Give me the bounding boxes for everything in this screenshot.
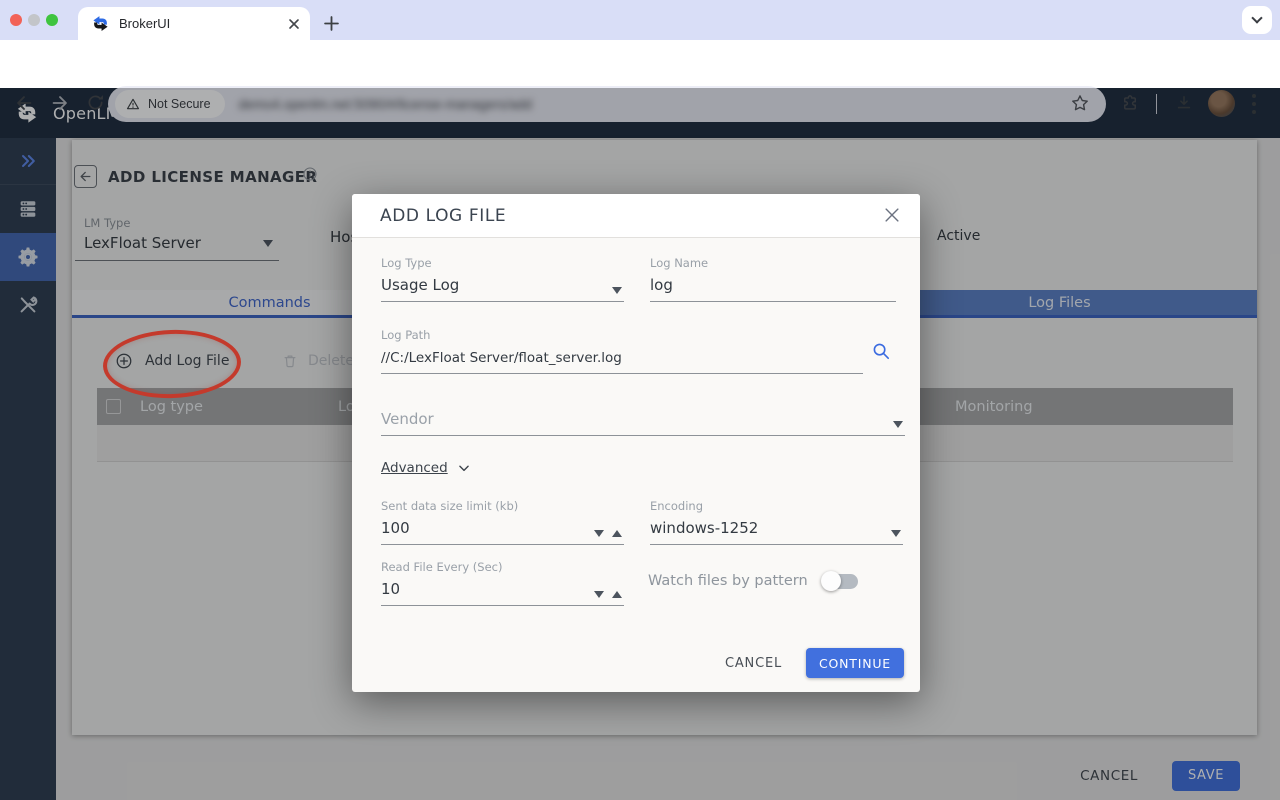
read-file-every-label: Read File Every (Sec) xyxy=(381,560,624,574)
stepper-up-icon[interactable] xyxy=(612,530,622,537)
log-path-value: //C:/LexFloat Server/float_server.log xyxy=(381,350,622,366)
log-name-input[interactable]: Log Name log xyxy=(650,256,896,302)
browser-chrome: BrokerUI xyxy=(0,0,1280,88)
dialog-continue-button[interactable]: CONTINUE xyxy=(806,648,904,678)
sent-data-size-label: Sent data size limit (kb) xyxy=(381,499,624,513)
read-file-every-input[interactable]: Read File Every (Sec) 10 xyxy=(381,560,624,606)
advanced-label: Advanced xyxy=(381,460,448,476)
tab-search-button[interactable] xyxy=(1242,6,1272,34)
log-type-label: Log Type xyxy=(381,256,624,270)
tab-close-icon[interactable] xyxy=(288,18,300,30)
dialog-header: ADD LOG FILE xyxy=(352,194,920,238)
advanced-toggle-link[interactable]: Advanced xyxy=(381,460,471,476)
dialog-title: ADD LOG FILE xyxy=(380,206,506,226)
browse-search-icon[interactable] xyxy=(870,340,893,363)
browser-toolbar: Not Secure demo4.openlm.net:5090/#/licen… xyxy=(0,40,1280,88)
dialog-cancel-button[interactable]: CANCEL xyxy=(725,656,782,671)
dropdown-arrow-icon xyxy=(612,287,622,294)
dropdown-arrow-icon xyxy=(891,530,901,537)
toggle-thumb xyxy=(821,571,841,591)
chevron-down-icon xyxy=(1251,12,1262,23)
stepper-up-icon[interactable] xyxy=(612,591,622,598)
dropdown-arrow-icon xyxy=(893,421,903,428)
close-icon[interactable] xyxy=(882,205,904,227)
log-name-value: log xyxy=(650,276,673,294)
log-name-label: Log Name xyxy=(650,256,896,270)
traffic-light-zoom[interactable] xyxy=(46,14,58,26)
vendor-select[interactable]: Vendor xyxy=(381,407,905,436)
encoding-select[interactable]: Encoding windows-1252 xyxy=(650,499,903,545)
traffic-light-minimize[interactable] xyxy=(28,14,40,26)
watch-files-toggle[interactable] xyxy=(824,574,858,589)
favicon-openlm-icon xyxy=(92,15,109,32)
dialog-footer: CANCEL CONTINUE xyxy=(725,648,904,678)
browser-tab[interactable]: BrokerUI xyxy=(78,7,310,40)
log-type-value: Usage Log xyxy=(381,276,459,294)
log-path-label: Log Path xyxy=(381,328,863,342)
vendor-placeholder: Vendor xyxy=(381,410,434,428)
read-file-every-value: 10 xyxy=(381,580,400,598)
chevron-down-icon xyxy=(457,461,471,475)
encoding-value: windows-1252 xyxy=(650,519,758,537)
sent-data-size-input[interactable]: Sent data size limit (kb) 100 xyxy=(381,499,624,545)
add-log-file-dialog: ADD LOG FILE Log Type Usage Log Log Name… xyxy=(352,194,920,692)
log-type-select[interactable]: Log Type Usage Log xyxy=(381,256,624,302)
browser-tabstrip: BrokerUI xyxy=(0,0,1280,40)
watch-files-row: Watch files by pattern xyxy=(648,573,858,589)
watch-files-label: Watch files by pattern xyxy=(648,573,808,589)
encoding-label: Encoding xyxy=(650,499,903,513)
stepper-down-icon[interactable] xyxy=(594,530,604,537)
stepper-down-icon[interactable] xyxy=(594,591,604,598)
sent-data-size-value: 100 xyxy=(381,519,410,537)
tab-title: BrokerUI xyxy=(119,16,288,31)
traffic-light-close[interactable] xyxy=(10,14,22,26)
new-tab-icon[interactable] xyxy=(318,10,344,36)
log-path-input[interactable]: Log Path //C:/LexFloat Server/float_serv… xyxy=(381,328,863,374)
